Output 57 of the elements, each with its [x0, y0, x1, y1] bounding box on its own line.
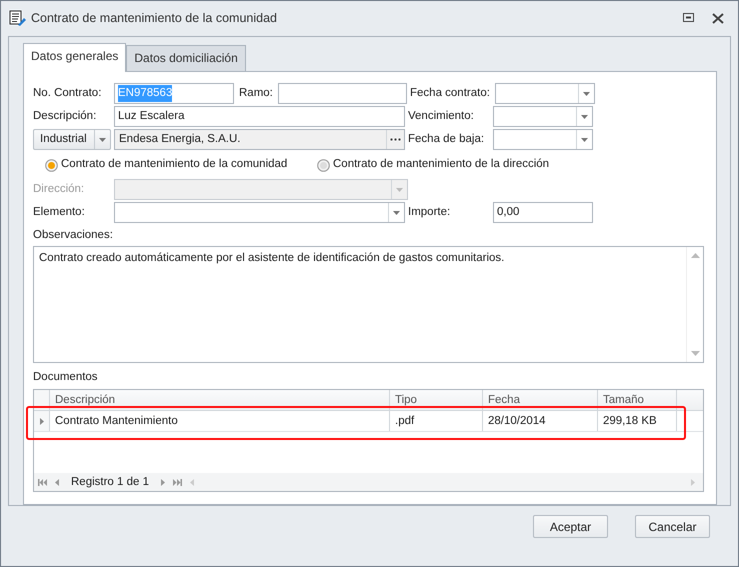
column-header[interactable]: Descripción — [50, 390, 390, 410]
dropdown-arrow-icon[interactable] — [99, 138, 106, 142]
field-label: Elemento: — [33, 204, 86, 220]
field-label: Observaciones: — [33, 228, 113, 243]
text-field[interactable]: Luz Escalera — [114, 106, 405, 127]
previous-icon[interactable] — [55, 478, 59, 486]
tab[interactable]: Datos generales — [23, 43, 126, 72]
table-cell: 28/10/2014 — [483, 411, 598, 432]
radio-label[interactable]: Contrato de mantenimiento de la comunidad — [61, 156, 288, 174]
scroll-up-icon[interactable] — [690, 253, 700, 258]
close-icon[interactable] — [712, 13, 724, 24]
dropdown-field[interactable] — [493, 129, 593, 150]
dialog-button[interactable]: Aceptar — [533, 515, 608, 538]
text-field[interactable]: 0,00 — [493, 202, 593, 223]
table-cell: Contrato Mantenimiento — [50, 411, 390, 432]
window-title: Contrato de mantenimiento de la comunidad — [31, 10, 277, 28]
last-page-icon[interactable] — [173, 478, 182, 486]
dropdown-field[interactable] — [114, 202, 405, 223]
column-header[interactable]: Fecha — [483, 390, 598, 410]
record-counter: Registro 1 de 1 — [70, 474, 150, 490]
notes-field[interactable]: Contrato creado automáticamente por el asistente de identificación de gastos comunitarios. — [33, 246, 704, 363]
dropdown-field[interactable] — [493, 106, 593, 127]
field-label: Fecha de baja: — [408, 132, 486, 147]
table-cell: .pdf — [390, 411, 483, 432]
dropdown-arrow-icon[interactable] — [393, 210, 400, 214]
field-label: Dirección: — [33, 182, 86, 197]
lookup-field[interactable]: Endesa Energia, S.A.U. — [114, 129, 405, 150]
field-label: No. Contrato: — [33, 86, 102, 101]
first-page-icon[interactable] — [38, 478, 47, 486]
section-label: Documentos — [33, 370, 99, 385]
field-label: Importe: — [408, 204, 452, 220]
form-edit-icon — [9, 10, 27, 28]
ellipsis-icon[interactable] — [390, 138, 401, 141]
column-header[interactable]: Tamaño — [598, 390, 677, 410]
scroll-right-icon[interactable] — [691, 478, 695, 486]
text-field[interactable] — [278, 83, 407, 104]
field-label: Descripción: — [33, 108, 98, 124]
table-cell: 299,18 KB — [598, 411, 677, 432]
radio-button[interactable] — [45, 158, 58, 172]
radio-button[interactable] — [317, 158, 330, 172]
dropdown-arrow-icon[interactable] — [581, 138, 588, 142]
dropdown-arrow-icon[interactable] — [583, 92, 590, 96]
scroll-left-icon[interactable] — [190, 478, 194, 486]
row-pointer-icon — [40, 418, 44, 425]
dropdown-field[interactable] — [495, 83, 595, 104]
radio-label[interactable]: Contrato de mantenimiento de la dirección — [333, 156, 550, 174]
split-button[interactable]: Industrial — [33, 129, 111, 150]
next-icon[interactable] — [161, 478, 165, 486]
scroll-down-icon[interactable] — [690, 351, 700, 356]
field-label: Ramo: — [239, 86, 273, 101]
tab[interactable]: Datos domiciliación — [126, 45, 246, 71]
field-label: Vencimiento: — [408, 108, 475, 124]
field-label: Fecha contrato: — [410, 86, 491, 101]
column-header[interactable]: Tipo — [390, 390, 483, 410]
restore-icon[interactable] — [683, 13, 694, 24]
dropdown-arrow-icon[interactable] — [581, 114, 588, 118]
dialog-button[interactable]: Cancelar — [635, 515, 710, 538]
